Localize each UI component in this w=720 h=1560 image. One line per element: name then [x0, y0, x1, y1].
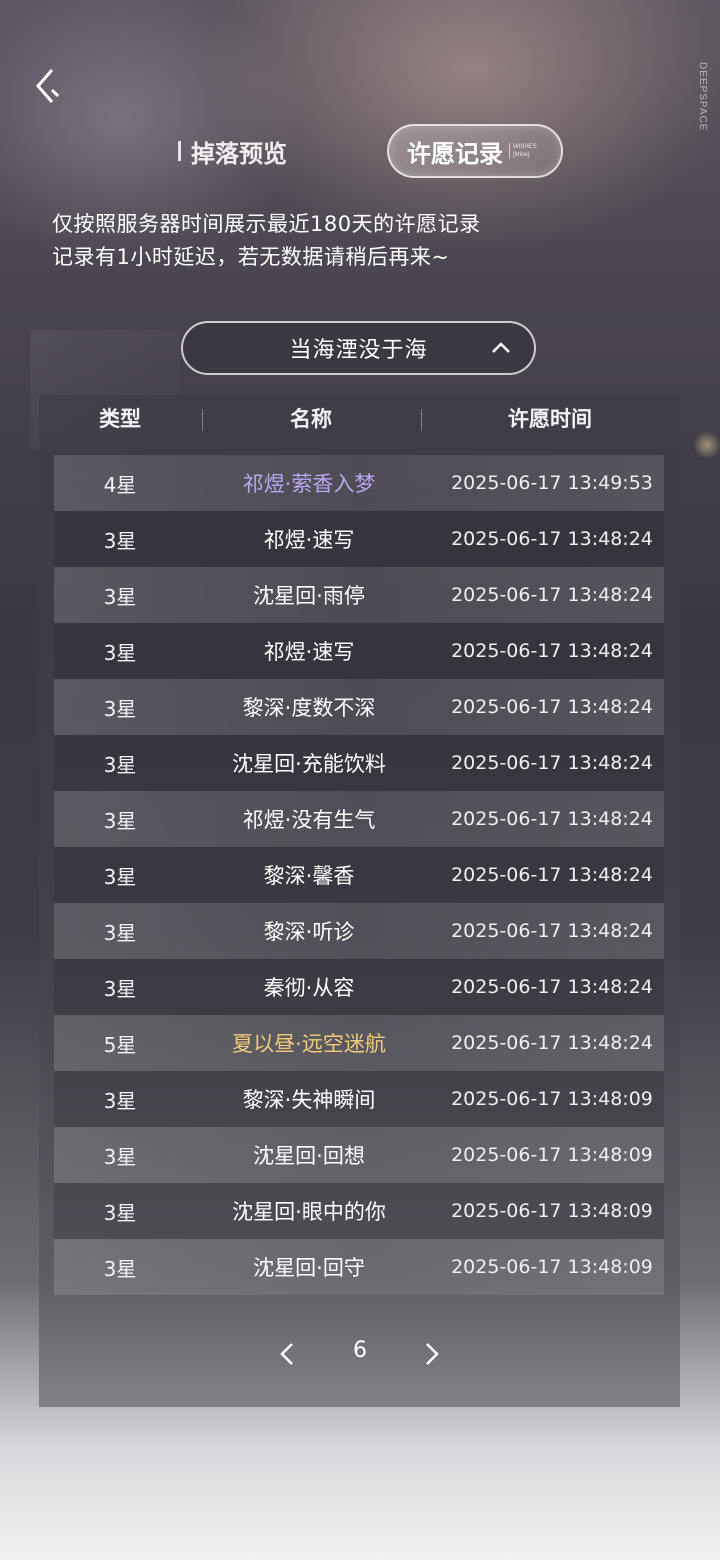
table-row: 3星 祁煜·速写 2025-06-17 13:48:24 — [54, 623, 664, 679]
row-time: 2025-06-17 13:48:09 — [451, 1144, 653, 1166]
row-time: 2025-06-17 13:48:24 — [451, 1032, 653, 1054]
row-time: 2025-06-17 13:48:24 — [451, 640, 653, 662]
table-row: 3星 沈星回·雨停 2025-06-17 13:48:24 — [54, 567, 664, 623]
pagination: 6 — [0, 1330, 720, 1378]
row-type: 3星 — [103, 640, 137, 665]
row-name: 黎深·度数不深 — [242, 696, 376, 720]
row-name: 沈星回·雨停 — [253, 584, 365, 608]
row-type: 3星 — [103, 528, 137, 553]
row-time: 2025-06-17 13:48:24 — [451, 584, 653, 606]
row-name: 祁煜·没有生气 — [242, 808, 376, 832]
table-row: 4星 祁煜·萦香入梦 2025-06-17 13:49:53 — [54, 455, 664, 511]
row-type: 3星 — [103, 864, 137, 889]
light-flare — [694, 430, 720, 460]
tab-wish-record[interactable]: 许愿记录 WISHES [Mine] — [387, 124, 563, 178]
prev-page-button[interactable] — [274, 1340, 302, 1368]
row-type: 3星 — [103, 1144, 137, 1169]
pool-dropdown[interactable]: 当海湮没于海 — [181, 321, 536, 375]
notice: 仅按照服务器时间展示最近180天的许愿记录 记录有1小时延迟，若无数据请稍后再来… — [52, 208, 652, 274]
row-time: 2025-06-17 13:48:24 — [451, 864, 653, 886]
notice-line-2: 记录有1小时延迟，若无数据请稍后再来~ — [52, 245, 450, 269]
tab-drop-preview-label: 掉落预览 — [191, 138, 287, 168]
record-list: 4星 祁煜·萦香入梦 2025-06-17 13:49:53 3星 祁煜·速写 2025-… — [54, 455, 664, 1295]
row-type: 3星 — [103, 1088, 137, 1113]
row-name: 祁煜·速写 — [263, 528, 355, 552]
brand-vertical-text: DEEPSPACE — [697, 62, 708, 132]
row-name: 祁煜·速写 — [263, 640, 355, 664]
next-page-button[interactable] — [417, 1340, 445, 1368]
row-type: 3星 — [103, 584, 137, 609]
back-arrow-icon — [36, 69, 60, 103]
header-divider — [202, 409, 203, 431]
row-name: 沈星回·回守 — [253, 1256, 365, 1280]
row-name: 沈星回·充能饮料 — [232, 752, 386, 776]
tab-mini-text-1: WISHES — [513, 144, 537, 150]
row-time: 2025-06-17 13:48:24 — [451, 920, 653, 942]
tab-wish-record-label: 许愿记录 — [407, 138, 503, 168]
row-time: 2025-06-17 13:49:53 — [451, 472, 653, 494]
table-row: 3星 黎深·听诊 2025-06-17 13:48:24 — [54, 903, 664, 959]
row-time: 2025-06-17 13:48:24 — [451, 696, 653, 718]
row-time: 2025-06-17 13:48:09 — [451, 1088, 653, 1110]
row-time: 2025-06-17 13:48:24 — [451, 528, 653, 550]
page-number: 6 — [353, 1338, 367, 1363]
row-name: 黎深·听诊 — [263, 920, 355, 944]
row-name: 夏以昼·远空迷航 — [232, 1032, 386, 1056]
chevron-left-icon — [280, 1343, 293, 1365]
row-time: 2025-06-17 13:48:09 — [451, 1256, 653, 1278]
row-name: 黎深·馨香 — [263, 864, 355, 888]
row-type: 5星 — [103, 1032, 137, 1057]
row-type: 4星 — [103, 472, 137, 497]
table-row: 3星 黎深·度数不深 2025-06-17 13:48:24 — [54, 679, 664, 735]
row-time: 2025-06-17 13:48:24 — [451, 808, 653, 830]
back-button[interactable] — [26, 64, 66, 108]
row-type: 3星 — [103, 1200, 137, 1225]
row-name: 沈星回·眼中的你 — [232, 1200, 386, 1224]
table-row: 3星 沈星回·充能饮料 2025-06-17 13:48:24 — [54, 735, 664, 791]
row-type: 3星 — [103, 920, 137, 945]
pool-dropdown-value: 当海湮没于海 — [289, 338, 428, 363]
table-row: 3星 沈星回·眼中的你 2025-06-17 13:48:09 — [54, 1183, 664, 1239]
row-type: 3星 — [103, 976, 137, 1001]
notice-line-1: 仅按照服务器时间展示最近180天的许愿记录 — [52, 212, 481, 236]
row-type: 3星 — [103, 1256, 137, 1281]
row-name: 祁煜·萦香入梦 — [242, 472, 376, 496]
row-type: 3星 — [103, 752, 137, 777]
tab-drop-preview[interactable]: 掉落预览 — [178, 134, 287, 168]
header-divider — [421, 409, 422, 431]
tab-mini-text-2: [Mine] — [513, 152, 530, 158]
row-name: 沈星回·回想 — [253, 1144, 365, 1168]
row-time: 2025-06-17 13:48:24 — [451, 752, 653, 774]
header-tabs: 掉落预览 许愿记录 WISHES [Mine] — [0, 122, 720, 180]
chevron-right-icon — [426, 1343, 439, 1365]
table-row: 5星 夏以昼·远空迷航 2025-06-17 13:48:24 — [54, 1015, 664, 1071]
table-row: 3星 沈星回·回守 2025-06-17 13:48:09 — [54, 1239, 664, 1295]
table-row: 3星 黎深·失神瞬间 2025-06-17 13:48:09 — [54, 1071, 664, 1127]
table-row: 3星 黎深·馨香 2025-06-17 13:48:24 — [54, 847, 664, 903]
header-type: 类型 — [99, 407, 141, 431]
row-name: 黎深·失神瞬间 — [242, 1088, 376, 1112]
table-header: 类型 名称 许愿时间 — [39, 395, 680, 445]
header-time: 许愿时间 — [508, 407, 592, 431]
header-name: 名称 — [290, 407, 332, 431]
table-row: 3星 祁煜·没有生气 2025-06-17 13:48:24 — [54, 791, 664, 847]
row-type: 3星 — [103, 696, 137, 721]
table-row: 3星 祁煜·速写 2025-06-17 13:48:24 — [54, 511, 664, 567]
row-time: 2025-06-17 13:48:09 — [451, 1200, 653, 1222]
tab-indicator-bar — [178, 141, 181, 161]
row-time: 2025-06-17 13:48:24 — [451, 976, 653, 998]
row-type: 3星 — [103, 808, 137, 833]
chevron-up-icon — [492, 342, 510, 353]
row-name: 秦彻·从容 — [263, 976, 355, 1000]
table-row: 3星 秦彻·从容 2025-06-17 13:48:24 — [54, 959, 664, 1015]
table-row: 3星 沈星回·回想 2025-06-17 13:48:09 — [54, 1127, 664, 1183]
tab-wish-record-mini: WISHES [Mine] — [509, 143, 537, 159]
